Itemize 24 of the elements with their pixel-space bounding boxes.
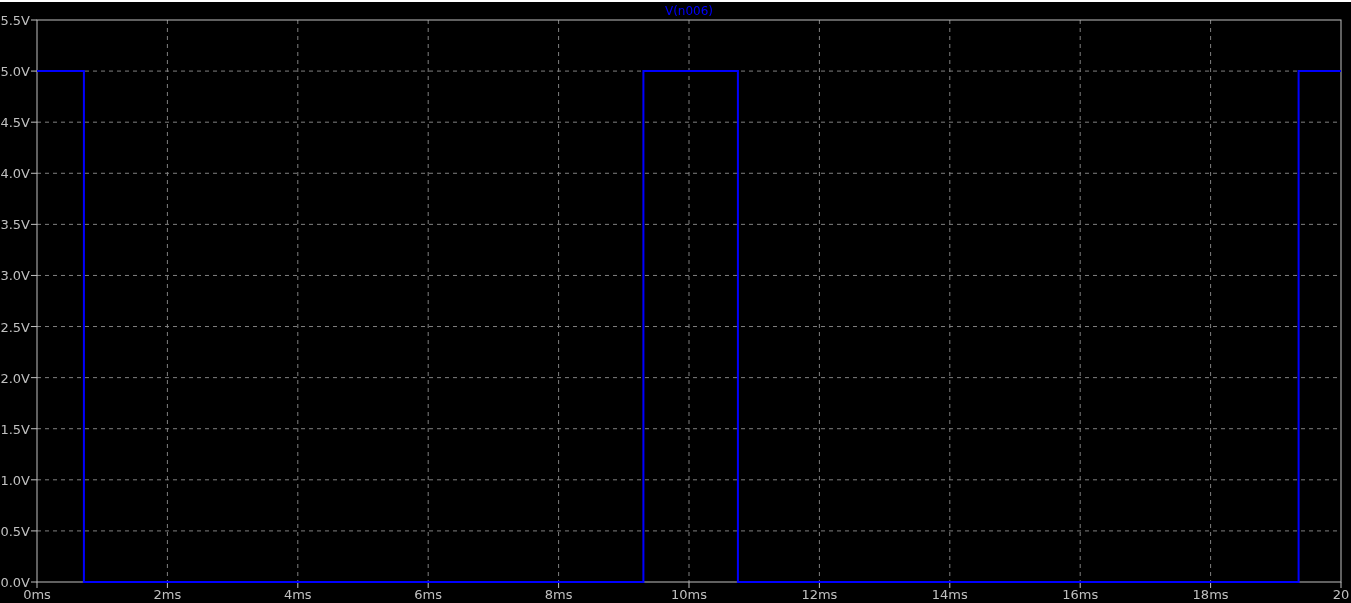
axis-label: 3.0V [0,268,30,284]
axis-label: 0ms [23,587,51,602]
axis-label: 0.0V [0,575,30,590]
axis-label: 3.5V [0,217,30,233]
axis-label: 1.5V [0,421,30,437]
axis-label: 0.5V [0,523,30,539]
axis-label: 4ms [283,587,312,602]
axis-label: 2ms [153,587,182,602]
axis-label: 18ms [1192,587,1229,602]
axis-label: 5.5V [0,13,30,28]
axis-label: 20 [1332,587,1350,602]
axis-label: 14ms [931,587,968,602]
axis-label: 8ms [544,587,573,602]
axis-label: 6ms [414,587,443,602]
axis-label: 12ms [801,587,838,602]
axis-label: 4.0V [0,166,30,182]
axis-label: 1.0V [0,472,30,488]
axis-label: 16ms [1062,587,1099,602]
axis-label: 5.0V [0,64,30,80]
axis-label: 10ms [671,587,707,602]
trace-name: V(n006) [664,4,714,18]
axis-label: 2.5V [0,319,30,335]
axis-label: 4.5V [0,115,30,131]
axis-label: 2.0V [0,370,30,386]
